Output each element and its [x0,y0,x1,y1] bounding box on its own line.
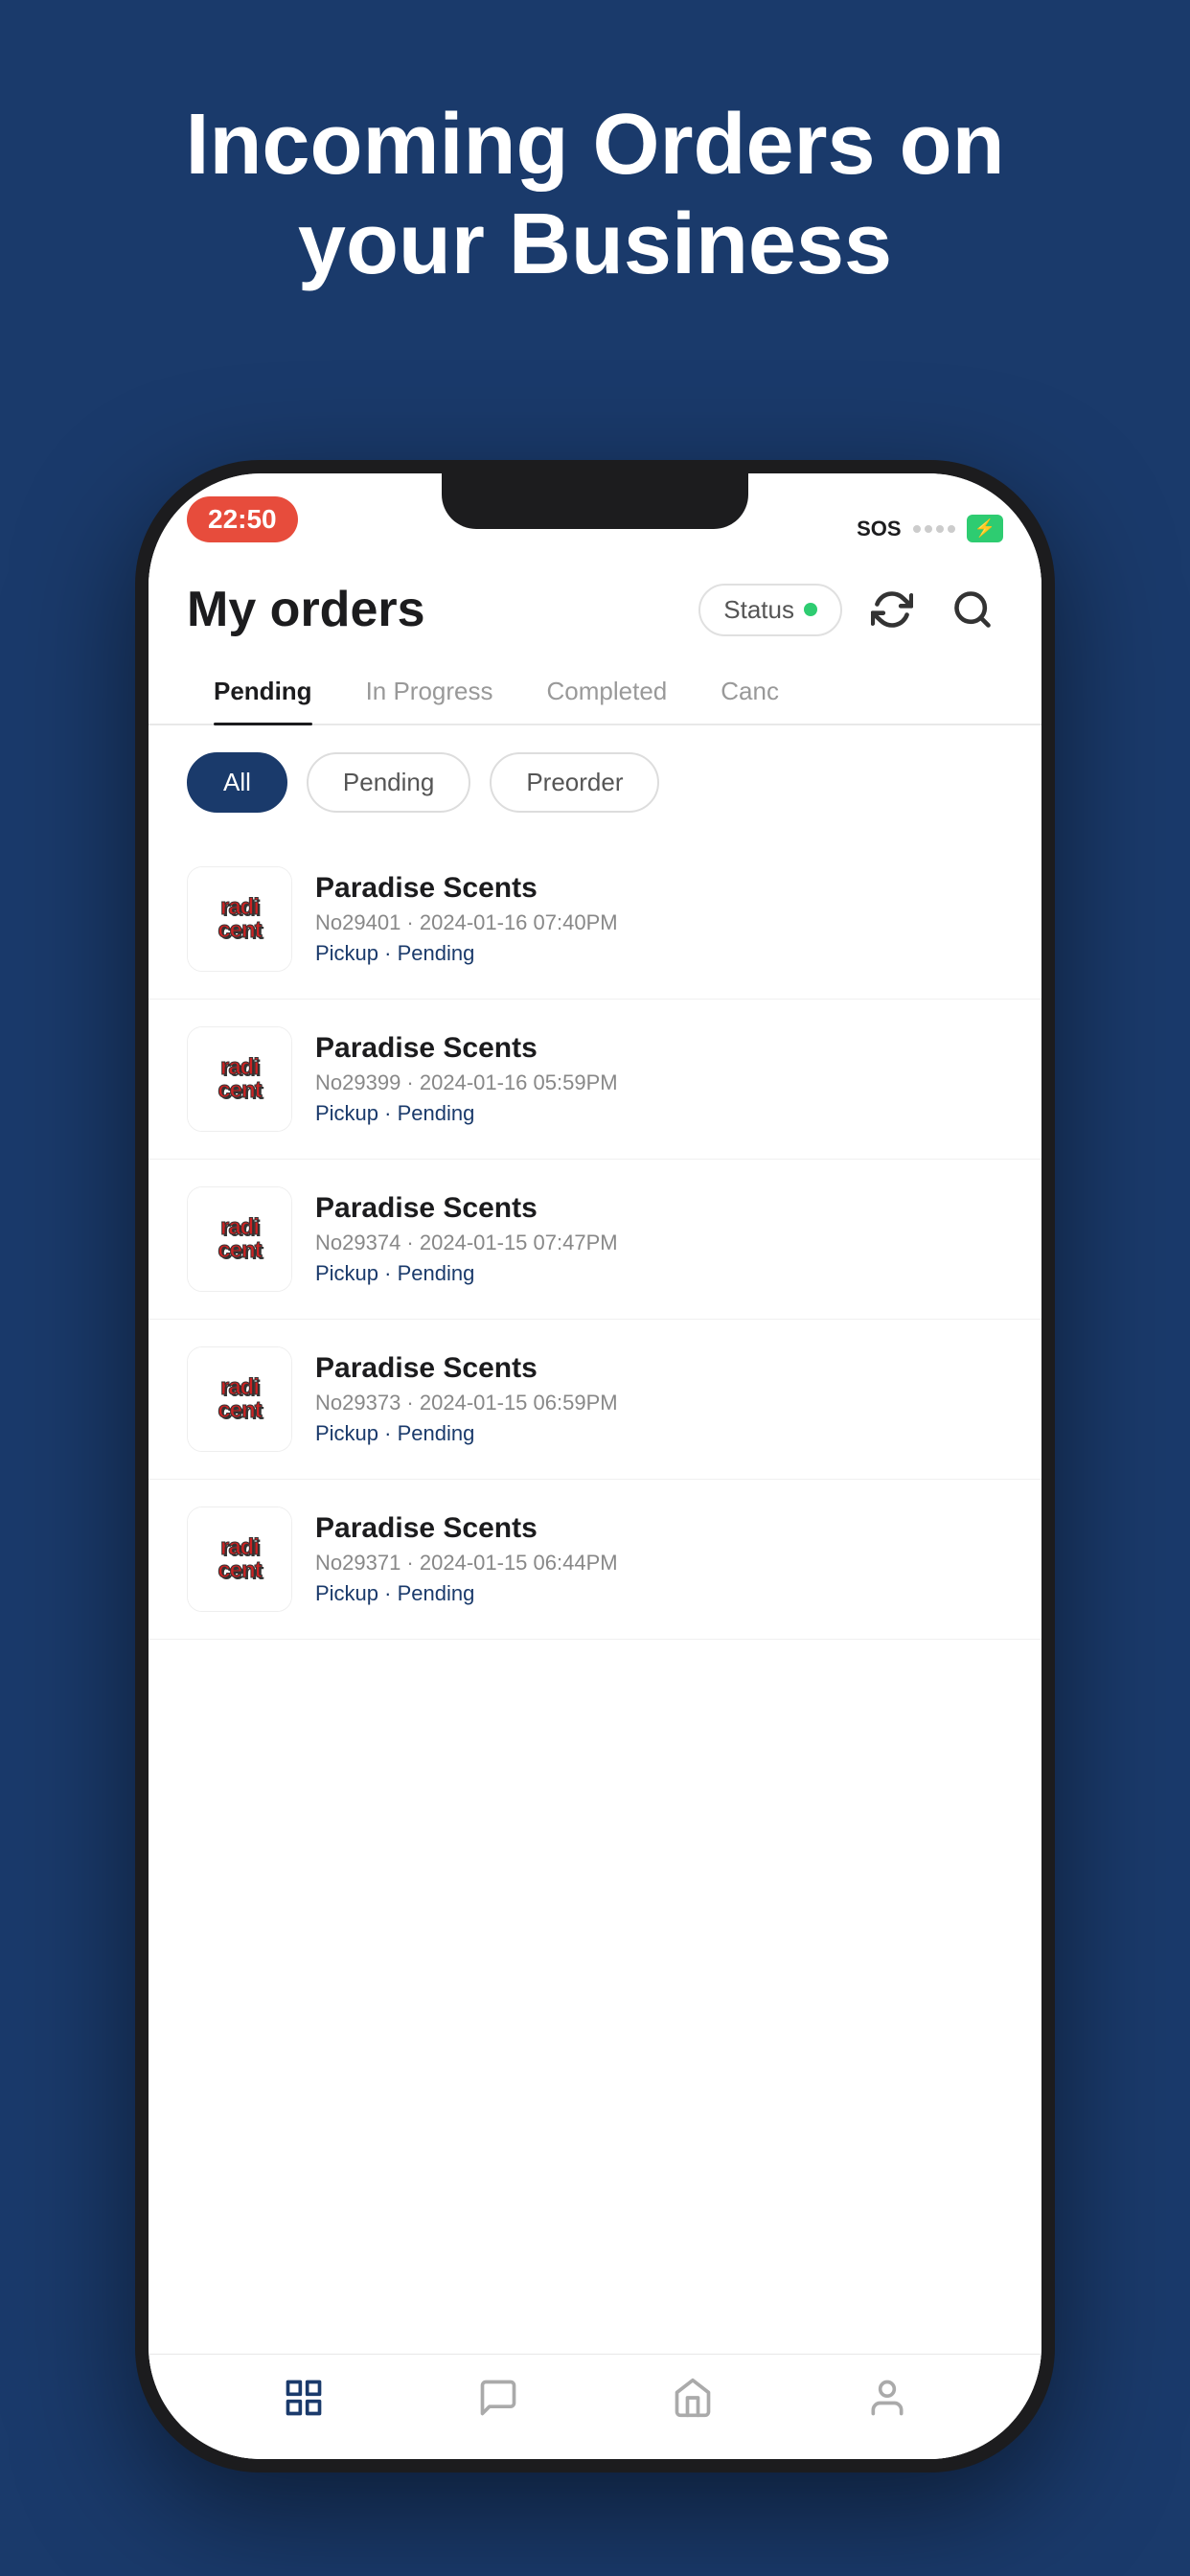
order-meta: No29373 · 2024-01-15 06:59PM [315,1391,1003,1415]
profile-icon [860,2371,914,2425]
order-tags: Pickup · Pending [315,1421,1003,1446]
order-info: Paradise Scents No29374 · 2024-01-15 07:… [315,1192,1003,1286]
order-info: Paradise Scents No29371 · 2024-01-15 06:… [315,1512,1003,1606]
nav-orders[interactable] [277,2371,331,2425]
page-title: My orders [187,581,679,638]
order-tags: Pickup · Pending [315,1581,1003,1606]
phone-notch [442,473,748,529]
filter-row: All Pending Preorder [149,725,1041,840]
order-logo: radi cent [187,866,292,972]
order-info: Paradise Scents No29399 · 2024-01-16 05:… [315,1032,1003,1126]
refresh-button[interactable] [861,579,923,640]
order-info: Paradise Scents No29401 · 2024-01-16 07:… [315,872,1003,966]
phone-frame: 22:50 SOS ⚡ My orders Status [135,460,1055,2472]
order-item[interactable]: radi cent Paradise Scents No29399 · 2024… [149,1000,1041,1160]
status-dot [804,603,817,616]
order-list: radi cent Paradise Scents No29401 · 2024… [149,840,1041,2459]
filter-preorder[interactable]: Preorder [490,752,659,813]
phone-inner: 22:50 SOS ⚡ My orders Status [149,473,1041,2459]
search-button[interactable] [942,579,1003,640]
tab-pending[interactable]: Pending [187,659,339,724]
store-icon [666,2371,720,2425]
nav-profile[interactable] [860,2371,914,2425]
order-logo: radi cent [187,1026,292,1132]
order-logo: radi cent [187,1346,292,1452]
order-meta: No29401 · 2024-01-16 07:40PM [315,910,1003,935]
nav-store[interactable] [666,2371,720,2425]
order-meta: No29399 · 2024-01-16 05:59PM [315,1070,1003,1095]
order-logo: radi cent [187,1506,292,1612]
order-meta: No29371 · 2024-01-15 06:44PM [315,1551,1003,1576]
order-meta: No29374 · 2024-01-15 07:47PM [315,1230,1003,1255]
wifi-icon [913,525,955,533]
tab-completed[interactable]: Completed [520,659,695,724]
order-tags: Pickup · Pending [315,1101,1003,1126]
order-info: Paradise Scents No29373 · 2024-01-15 06:… [315,1352,1003,1446]
sos-label: SOS [857,517,901,541]
header: My orders Status [149,550,1041,640]
order-tags: Pickup · Pending [315,1261,1003,1286]
tabs: Pending In Progress Completed Canc [149,659,1041,725]
chat-icon [471,2371,525,2425]
tab-cancelled[interactable]: Canc [694,659,806,724]
bottom-nav [149,2354,1041,2459]
hero-title: Incoming Orders on your Business [0,96,1190,294]
filter-pending[interactable]: Pending [307,752,470,813]
status-badge[interactable]: Status [698,584,842,636]
order-logo: radi cent [187,1186,292,1292]
battery-icon: ⚡ [967,515,1003,542]
order-item[interactable]: radi cent Paradise Scents No29373 · 2024… [149,1320,1041,1480]
order-item[interactable]: radi cent Paradise Scents No29401 · 2024… [149,840,1041,1000]
order-name: Paradise Scents [315,1192,1003,1225]
order-name: Paradise Scents [315,1032,1003,1065]
order-tags: Pickup · Pending [315,941,1003,966]
status-label: Status [723,595,794,625]
tab-in-progress[interactable]: In Progress [339,659,520,724]
screen-content: My orders Status [149,550,1041,2459]
order-name: Paradise Scents [315,1512,1003,1545]
time-badge: 22:50 [187,496,298,542]
order-item[interactable]: radi cent Paradise Scents No29371 · 2024… [149,1480,1041,1640]
order-item[interactable]: radi cent Paradise Scents No29374 · 2024… [149,1160,1041,1320]
order-name: Paradise Scents [315,872,1003,905]
filter-all[interactable]: All [187,752,287,813]
orders-icon [277,2371,331,2425]
nav-chat[interactable] [471,2371,525,2425]
order-name: Paradise Scents [315,1352,1003,1385]
